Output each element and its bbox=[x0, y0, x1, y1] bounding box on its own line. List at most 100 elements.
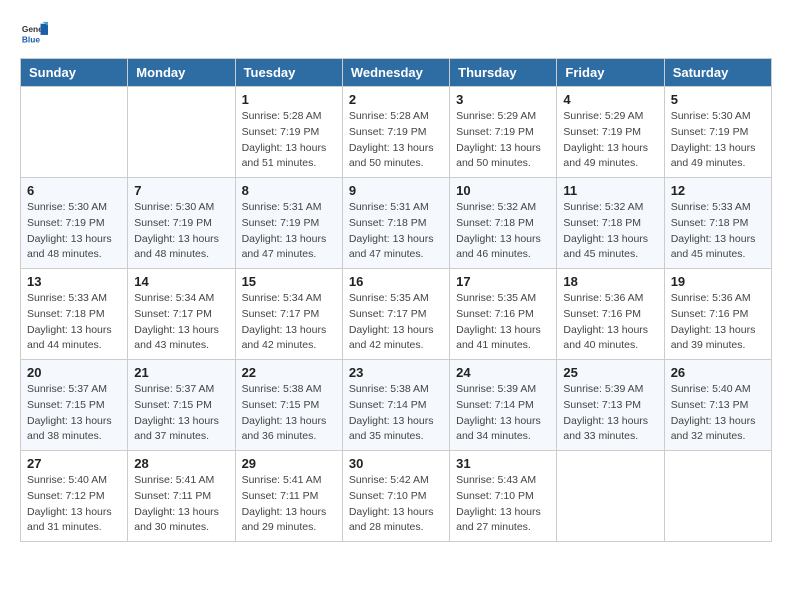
calendar-cell: 16Sunrise: 5:35 AMSunset: 7:17 PMDayligh… bbox=[342, 269, 449, 360]
calendar-cell bbox=[557, 451, 664, 542]
calendar-cell: 12 Sunrise: 5:33 AMSunset: 7:18 PMDayligh… bbox=[664, 178, 771, 269]
day-info: Sunrise: 5:40 AMSunset: 7:13 PMDaylight:… bbox=[671, 382, 765, 445]
day-number: 24 bbox=[456, 365, 550, 380]
day-number: 25 bbox=[563, 365, 657, 380]
weekday-header-wednesday: Wednesday bbox=[342, 59, 449, 87]
weekday-header-row: SundayMondayTuesdayWednesdayThursdayFrid… bbox=[21, 59, 772, 87]
day-info: Sunrise: 5:29 AMSunset: 7:19 PMDaylight:… bbox=[456, 109, 550, 172]
calendar-cell: 4 Sunrise: 5:29 AMSunset: 7:19 PMDaylight… bbox=[557, 87, 664, 178]
calendar-cell: 21Sunrise: 5:37 AMSunset: 7:15 PMDayligh… bbox=[128, 360, 235, 451]
day-info: Sunrise: 5:37 AMSunset: 7:15 PMDaylight:… bbox=[27, 382, 121, 445]
day-number: 13 bbox=[27, 274, 121, 289]
day-info: Sunrise: 5:43 AMSunset: 7:10 PMDaylight:… bbox=[456, 473, 550, 536]
calendar-cell: 26 Sunrise: 5:40 AMSunset: 7:13 PMDayligh… bbox=[664, 360, 771, 451]
calendar-cell: 6 Sunrise: 5:30 AMSunset: 7:19 PMDaylight… bbox=[21, 178, 128, 269]
calendar-cell: 19 Sunrise: 5:36 AMSunset: 7:16 PMDayligh… bbox=[664, 269, 771, 360]
day-number: 14 bbox=[134, 274, 228, 289]
calendar-cell bbox=[664, 451, 771, 542]
day-info: Sunrise: 5:33 AMSunset: 7:18 PMDaylight:… bbox=[27, 291, 121, 354]
day-number: 11 bbox=[563, 183, 657, 198]
calendar-cell bbox=[128, 87, 235, 178]
day-info: Sunrise: 5:36 AMSunset: 7:16 PMDaylight:… bbox=[671, 291, 765, 354]
day-number: 23 bbox=[349, 365, 443, 380]
day-info: Sunrise: 5:39 AMSunset: 7:13 PMDaylight:… bbox=[563, 382, 657, 445]
day-info: Sunrise: 5:30 AMSunset: 7:19 PMDaylight:… bbox=[134, 200, 228, 263]
calendar-cell: 9 Sunrise: 5:31 AMSunset: 7:18 PMDaylight… bbox=[342, 178, 449, 269]
day-number: 26 bbox=[671, 365, 765, 380]
calendar-cell: 23Sunrise: 5:38 AMSunset: 7:14 PMDayligh… bbox=[342, 360, 449, 451]
day-info: Sunrise: 5:32 AMSunset: 7:18 PMDaylight:… bbox=[563, 200, 657, 263]
calendar-cell: 20 Sunrise: 5:37 AMSunset: 7:15 PMDayligh… bbox=[21, 360, 128, 451]
weekday-header-sunday: Sunday bbox=[21, 59, 128, 87]
day-number: 20 bbox=[27, 365, 121, 380]
calendar-cell: 22Sunrise: 5:38 AMSunset: 7:15 PMDayligh… bbox=[235, 360, 342, 451]
day-info: Sunrise: 5:30 AMSunset: 7:19 PMDaylight:… bbox=[671, 109, 765, 172]
day-number: 2 bbox=[349, 92, 443, 107]
day-number: 3 bbox=[456, 92, 550, 107]
day-number: 4 bbox=[563, 92, 657, 107]
day-info: Sunrise: 5:42 AMSunset: 7:10 PMDaylight:… bbox=[349, 473, 443, 536]
weekday-header-monday: Monday bbox=[128, 59, 235, 87]
day-number: 22 bbox=[242, 365, 336, 380]
day-number: 15 bbox=[242, 274, 336, 289]
day-info: Sunrise: 5:40 AMSunset: 7:12 PMDaylight:… bbox=[27, 473, 121, 536]
weekday-header-thursday: Thursday bbox=[450, 59, 557, 87]
calendar-cell: 13 Sunrise: 5:33 AMSunset: 7:18 PMDayligh… bbox=[21, 269, 128, 360]
day-number: 12 bbox=[671, 183, 765, 198]
logo: General Blue bbox=[20, 20, 52, 48]
day-info: Sunrise: 5:37 AMSunset: 7:15 PMDaylight:… bbox=[134, 382, 228, 445]
calendar-cell: 3 Sunrise: 5:29 AMSunset: 7:19 PMDaylight… bbox=[450, 87, 557, 178]
day-number: 9 bbox=[349, 183, 443, 198]
day-number: 10 bbox=[456, 183, 550, 198]
calendar-cell: 31 Sunrise: 5:43 AMSunset: 7:10 PMDayligh… bbox=[450, 451, 557, 542]
calendar-cell: 8Sunrise: 5:31 AMSunset: 7:19 PMDaylight… bbox=[235, 178, 342, 269]
day-info: Sunrise: 5:41 AMSunset: 7:11 PMDaylight:… bbox=[242, 473, 336, 536]
day-info: Sunrise: 5:28 AMSunset: 7:19 PMDaylight:… bbox=[242, 109, 336, 172]
day-number: 31 bbox=[456, 456, 550, 471]
day-number: 27 bbox=[27, 456, 121, 471]
day-info: Sunrise: 5:41 AMSunset: 7:11 PMDaylight:… bbox=[134, 473, 228, 536]
calendar-table: SundayMondayTuesdayWednesdayThursdayFrid… bbox=[20, 58, 772, 542]
day-info: Sunrise: 5:29 AMSunset: 7:19 PMDaylight:… bbox=[563, 109, 657, 172]
day-info: Sunrise: 5:30 AMSunset: 7:19 PMDaylight:… bbox=[27, 200, 121, 263]
day-number: 18 bbox=[563, 274, 657, 289]
calendar-cell: 2Sunrise: 5:28 AMSunset: 7:19 PMDaylight… bbox=[342, 87, 449, 178]
calendar-cell: 29Sunrise: 5:41 AMSunset: 7:11 PMDayligh… bbox=[235, 451, 342, 542]
page-header: General Blue bbox=[20, 20, 772, 48]
calendar-cell: 30 Sunrise: 5:42 AMSunset: 7:10 PMDayligh… bbox=[342, 451, 449, 542]
calendar-cell: 25 Sunrise: 5:39 AMSunset: 7:13 PMDayligh… bbox=[557, 360, 664, 451]
calendar-cell: 27 Sunrise: 5:40 AMSunset: 7:12 PMDayligh… bbox=[21, 451, 128, 542]
calendar-cell: 24 Sunrise: 5:39 AMSunset: 7:14 PMDayligh… bbox=[450, 360, 557, 451]
day-info: Sunrise: 5:33 AMSunset: 7:18 PMDaylight:… bbox=[671, 200, 765, 263]
weekday-header-friday: Friday bbox=[557, 59, 664, 87]
weekday-header-saturday: Saturday bbox=[664, 59, 771, 87]
day-info: Sunrise: 5:39 AMSunset: 7:14 PMDaylight:… bbox=[456, 382, 550, 445]
calendar-cell: 14 Sunrise: 5:34 AMSunset: 7:17 PMDayligh… bbox=[128, 269, 235, 360]
day-number: 28 bbox=[134, 456, 228, 471]
day-info: Sunrise: 5:32 AMSunset: 7:18 PMDaylight:… bbox=[456, 200, 550, 263]
calendar-cell: 17 Sunrise: 5:35 AMSunset: 7:16 PMDayligh… bbox=[450, 269, 557, 360]
day-number: 5 bbox=[671, 92, 765, 107]
calendar-week-2: 6 Sunrise: 5:30 AMSunset: 7:19 PMDaylight… bbox=[21, 178, 772, 269]
day-info: Sunrise: 5:35 AMSunset: 7:16 PMDaylight:… bbox=[456, 291, 550, 354]
day-number: 1 bbox=[242, 92, 336, 107]
day-info: Sunrise: 5:31 AMSunset: 7:19 PMDaylight:… bbox=[242, 200, 336, 263]
calendar-week-5: 27 Sunrise: 5:40 AMSunset: 7:12 PMDayligh… bbox=[21, 451, 772, 542]
weekday-header-tuesday: Tuesday bbox=[235, 59, 342, 87]
calendar-cell: 11 Sunrise: 5:32 AMSunset: 7:18 PMDayligh… bbox=[557, 178, 664, 269]
day-number: 19 bbox=[671, 274, 765, 289]
calendar-cell: 5 Sunrise: 5:30 AMSunset: 7:19 PMDaylight… bbox=[664, 87, 771, 178]
calendar-week-1: 1 Sunrise: 5:28 AMSunset: 7:19 PMDaylight… bbox=[21, 87, 772, 178]
day-number: 7 bbox=[134, 183, 228, 198]
calendar-cell: 18Sunrise: 5:36 AMSunset: 7:16 PMDayligh… bbox=[557, 269, 664, 360]
day-info: Sunrise: 5:34 AMSunset: 7:17 PMDaylight:… bbox=[134, 291, 228, 354]
day-number: 17 bbox=[456, 274, 550, 289]
day-info: Sunrise: 5:34 AMSunset: 7:17 PMDaylight:… bbox=[242, 291, 336, 354]
day-number: 30 bbox=[349, 456, 443, 471]
calendar-cell: 1 Sunrise: 5:28 AMSunset: 7:19 PMDaylight… bbox=[235, 87, 342, 178]
calendar-cell: 7 Sunrise: 5:30 AMSunset: 7:19 PMDaylight… bbox=[128, 178, 235, 269]
day-info: Sunrise: 5:31 AMSunset: 7:18 PMDaylight:… bbox=[349, 200, 443, 263]
calendar-week-3: 13 Sunrise: 5:33 AMSunset: 7:18 PMDayligh… bbox=[21, 269, 772, 360]
day-number: 6 bbox=[27, 183, 121, 198]
calendar-cell: 28 Sunrise: 5:41 AMSunset: 7:11 PMDayligh… bbox=[128, 451, 235, 542]
